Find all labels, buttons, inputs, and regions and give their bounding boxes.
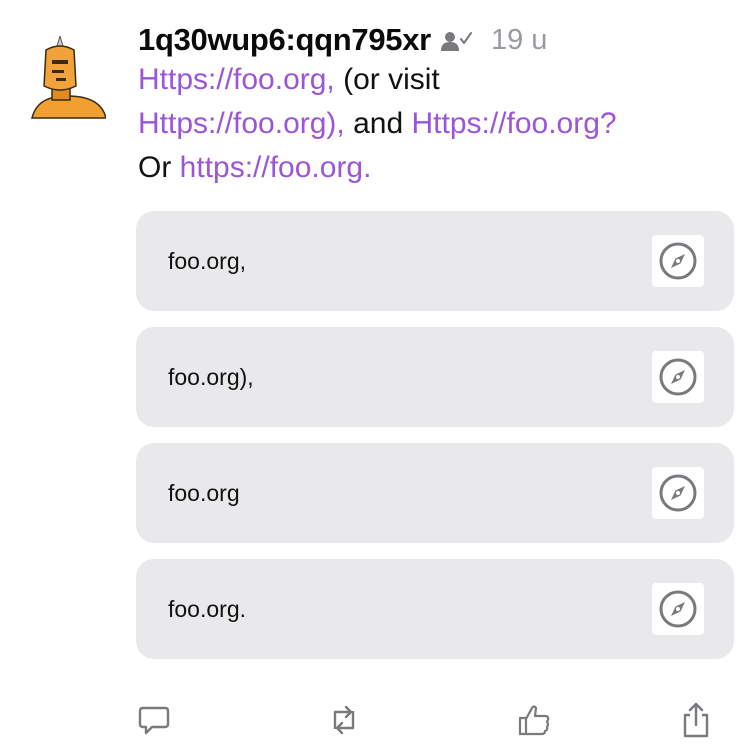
post-text-2: and (344, 107, 412, 140)
link-card-label: foo.org (168, 480, 240, 506)
link-card-label: foo.org. (168, 596, 246, 622)
post-text-1: (or visit (334, 63, 440, 96)
post-header: 1q30wup6:qqn795xr 19 u (138, 20, 734, 60)
link-card[interactable]: foo.org, (136, 211, 734, 311)
link-card-list: foo.org, foo.org), foo.org foo.org. (136, 211, 734, 675)
thumbs-up-icon (518, 705, 550, 736)
username[interactable]: 1q30wup6:qqn795xr (138, 22, 431, 58)
share-button[interactable] (678, 700, 714, 740)
boost-button[interactable] (326, 700, 362, 740)
post-action-bar (136, 700, 734, 744)
compass-icon (652, 351, 704, 403)
robot-avatar-icon (31, 34, 107, 119)
share-icon (683, 702, 709, 738)
avatar[interactable] (30, 34, 107, 120)
like-button[interactable] (516, 700, 552, 740)
timestamp: 19 u (490, 23, 548, 56)
compass-icon (652, 583, 704, 635)
post-content: Https://foo.org, (or visit Https://foo.o… (138, 58, 638, 190)
link-card-label: foo.org), (168, 364, 254, 390)
link-card[interactable]: foo.org), (136, 327, 734, 427)
compass-icon (652, 235, 704, 287)
person-checkmark-icon (439, 27, 475, 53)
repost-arrows-icon (333, 705, 355, 735)
post-link-1[interactable]: Https://foo.org, (138, 63, 335, 96)
reply-button[interactable] (136, 700, 172, 740)
link-card-label: foo.org, (168, 248, 246, 274)
compass-icon (652, 467, 704, 519)
post-link-4[interactable]: https://foo.org. (180, 151, 372, 184)
link-card[interactable]: foo.org. (136, 559, 734, 659)
post-text-3: Or (138, 151, 180, 184)
post-link-3[interactable]: Https://foo.org? (411, 107, 616, 140)
speech-bubble-icon (138, 706, 170, 735)
link-card[interactable]: foo.org (136, 443, 734, 543)
post-link-2[interactable]: Https://foo.org), (138, 107, 345, 140)
